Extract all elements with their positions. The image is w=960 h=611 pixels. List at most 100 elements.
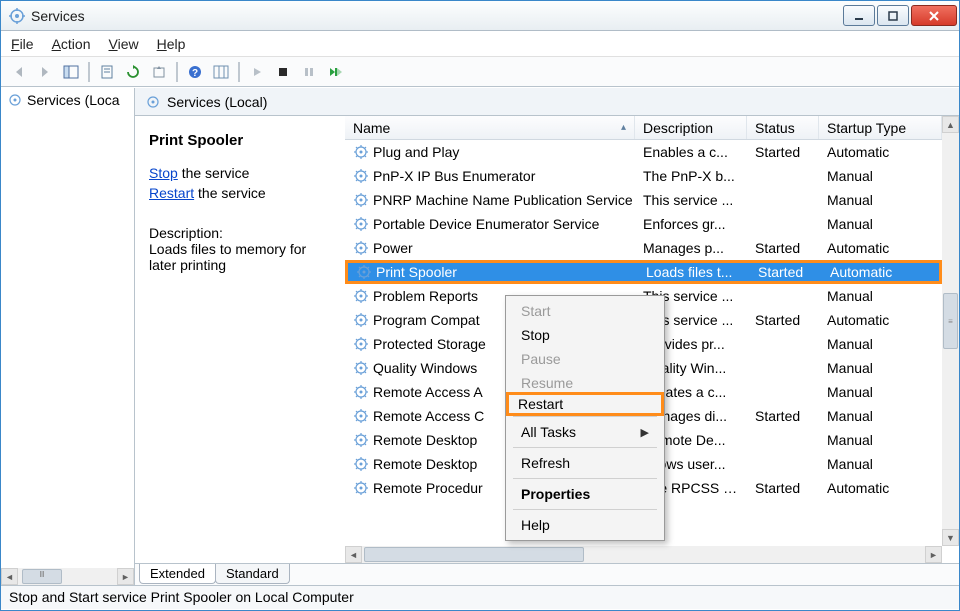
column-name[interactable]: Name▴ xyxy=(345,116,635,139)
context-restart[interactable]: Restart xyxy=(506,392,664,416)
gear-icon xyxy=(7,92,23,108)
menu-help[interactable]: Help xyxy=(157,36,186,52)
service-row[interactable]: Portable Device Enumerator ServiceEnforc… xyxy=(345,212,942,236)
column-description[interactable]: Description xyxy=(635,116,747,139)
scroll-track[interactable] xyxy=(362,546,925,563)
export-button[interactable] xyxy=(147,60,171,84)
context-stop[interactable]: Stop xyxy=(509,323,661,347)
menu-separator xyxy=(513,447,657,448)
scroll-up-icon[interactable]: ▲ xyxy=(942,116,959,133)
service-row[interactable]: Print SpoolerLoads files t...StartedAuto… xyxy=(345,260,942,284)
restart-service-line: Restart the service xyxy=(149,185,335,201)
cell-startup: Automatic xyxy=(819,480,942,496)
cell-startup: Automatic xyxy=(819,240,942,256)
help-button[interactable]: ? xyxy=(183,60,207,84)
cell-startup: Automatic xyxy=(822,264,939,280)
stop-service-link[interactable]: Stop xyxy=(149,165,178,181)
minimize-button[interactable] xyxy=(843,5,875,26)
scroll-track[interactable]: ≡ xyxy=(942,133,959,529)
stop-service-button[interactable] xyxy=(271,60,295,84)
cell-status: Started xyxy=(747,144,819,160)
properties-button[interactable] xyxy=(95,60,119,84)
service-row[interactable]: PnP-X IP Bus EnumeratorThe PnP-X b...Man… xyxy=(345,164,942,188)
context-properties[interactable]: Properties xyxy=(509,482,661,506)
cell-startup: Manual xyxy=(819,336,942,352)
content-area: Services (Loca ◄ Ⅲ ► Services (Local) Pr… xyxy=(1,87,959,585)
view-tabs: Extended Standard xyxy=(135,563,959,585)
tab-standard[interactable]: Standard xyxy=(215,564,290,584)
description-label: Description: xyxy=(149,225,335,241)
service-row[interactable]: Plug and PlayEnables a c...StartedAutoma… xyxy=(345,140,942,164)
cell-status: Started xyxy=(747,480,819,496)
sort-asc-icon: ▴ xyxy=(621,122,626,133)
scroll-left-icon[interactable]: ◄ xyxy=(1,568,18,585)
panel-header-label: Services (Local) xyxy=(167,94,267,110)
cell-description: The PnP-X b... xyxy=(635,168,747,184)
tree-root-node[interactable]: Services (Loca xyxy=(1,88,134,112)
gear-icon xyxy=(356,264,372,280)
context-all-tasks[interactable]: All Tasks▶ xyxy=(509,420,661,444)
description-text: Loads files to memory for later printing xyxy=(149,241,335,273)
scroll-thumb[interactable]: Ⅲ xyxy=(22,569,62,584)
tab-extended[interactable]: Extended xyxy=(139,564,216,584)
column-startup-type[interactable]: Startup Type xyxy=(819,116,942,139)
scroll-down-icon[interactable]: ▼ xyxy=(942,529,959,546)
service-row[interactable]: PowerManages p...StartedAutomatic xyxy=(345,236,942,260)
list-pane-header: Services (Local) xyxy=(135,88,959,116)
menubar: File Action View Help xyxy=(1,31,959,57)
detail-panel: Print Spooler Stop the service Restart t… xyxy=(135,116,345,563)
back-button[interactable] xyxy=(7,60,31,84)
close-button[interactable] xyxy=(911,5,957,26)
menu-separator xyxy=(513,416,657,417)
menu-separator xyxy=(513,478,657,479)
submenu-arrow-icon: ▶ xyxy=(641,426,649,439)
cell-status: Started xyxy=(747,312,819,328)
status-bar: Stop and Start service Print Spooler on … xyxy=(1,585,959,609)
scroll-left-icon[interactable]: ◄ xyxy=(345,546,362,563)
scroll-right-icon[interactable]: ► xyxy=(925,546,942,563)
gear-icon xyxy=(353,288,369,304)
menu-file[interactable]: File xyxy=(11,36,34,52)
gear-icon xyxy=(353,192,369,208)
scroll-thumb[interactable] xyxy=(364,547,584,562)
forward-button[interactable] xyxy=(33,60,57,84)
scroll-thumb[interactable]: ≡ xyxy=(943,293,958,349)
columns-button[interactable] xyxy=(209,60,233,84)
toolbar-separator xyxy=(238,62,240,82)
cell-status: Started xyxy=(747,240,819,256)
restart-service-link[interactable]: Restart xyxy=(149,185,194,201)
maximize-button[interactable] xyxy=(877,5,909,26)
service-row[interactable]: PNRP Machine Name Publication ServiceThi… xyxy=(345,188,942,212)
context-start: Start xyxy=(509,299,661,323)
pause-service-button[interactable] xyxy=(297,60,321,84)
cell-name: Power xyxy=(345,240,635,256)
gear-icon xyxy=(353,312,369,328)
toolbar-separator xyxy=(176,62,178,82)
context-refresh[interactable]: Refresh xyxy=(509,451,661,475)
gear-icon xyxy=(353,432,369,448)
refresh-button[interactable] xyxy=(121,60,145,84)
restart-service-button[interactable] xyxy=(323,60,347,84)
gear-icon xyxy=(353,360,369,376)
tree-hscrollbar[interactable]: ◄ Ⅲ ► xyxy=(1,568,134,585)
cell-startup: Manual xyxy=(819,192,942,208)
cell-startup: Automatic xyxy=(819,312,942,328)
show-tree-button[interactable] xyxy=(59,60,83,84)
tree-root-label: Services (Loca xyxy=(27,92,120,108)
cell-description: Enforces gr... xyxy=(635,216,747,232)
gear-icon xyxy=(353,240,369,256)
cell-description: Manages p... xyxy=(635,240,747,256)
vertical-scrollbar[interactable]: ▲ ≡ ▼ xyxy=(942,116,959,546)
context-help[interactable]: Help xyxy=(509,513,661,537)
scroll-right-icon[interactable]: ► xyxy=(117,568,134,585)
toolbar-separator xyxy=(88,62,90,82)
horizontal-scrollbar[interactable]: ◄ ► xyxy=(345,546,942,563)
menu-action[interactable]: Action xyxy=(52,36,91,52)
menu-view[interactable]: View xyxy=(109,36,139,52)
column-status[interactable]: Status xyxy=(747,116,819,139)
list-columns-header: Name▴ Description Status Startup Type xyxy=(345,116,942,140)
start-service-button[interactable] xyxy=(245,60,269,84)
cell-description: Loads files t... xyxy=(638,264,750,280)
cell-startup: Manual xyxy=(819,408,942,424)
gear-icon xyxy=(353,456,369,472)
